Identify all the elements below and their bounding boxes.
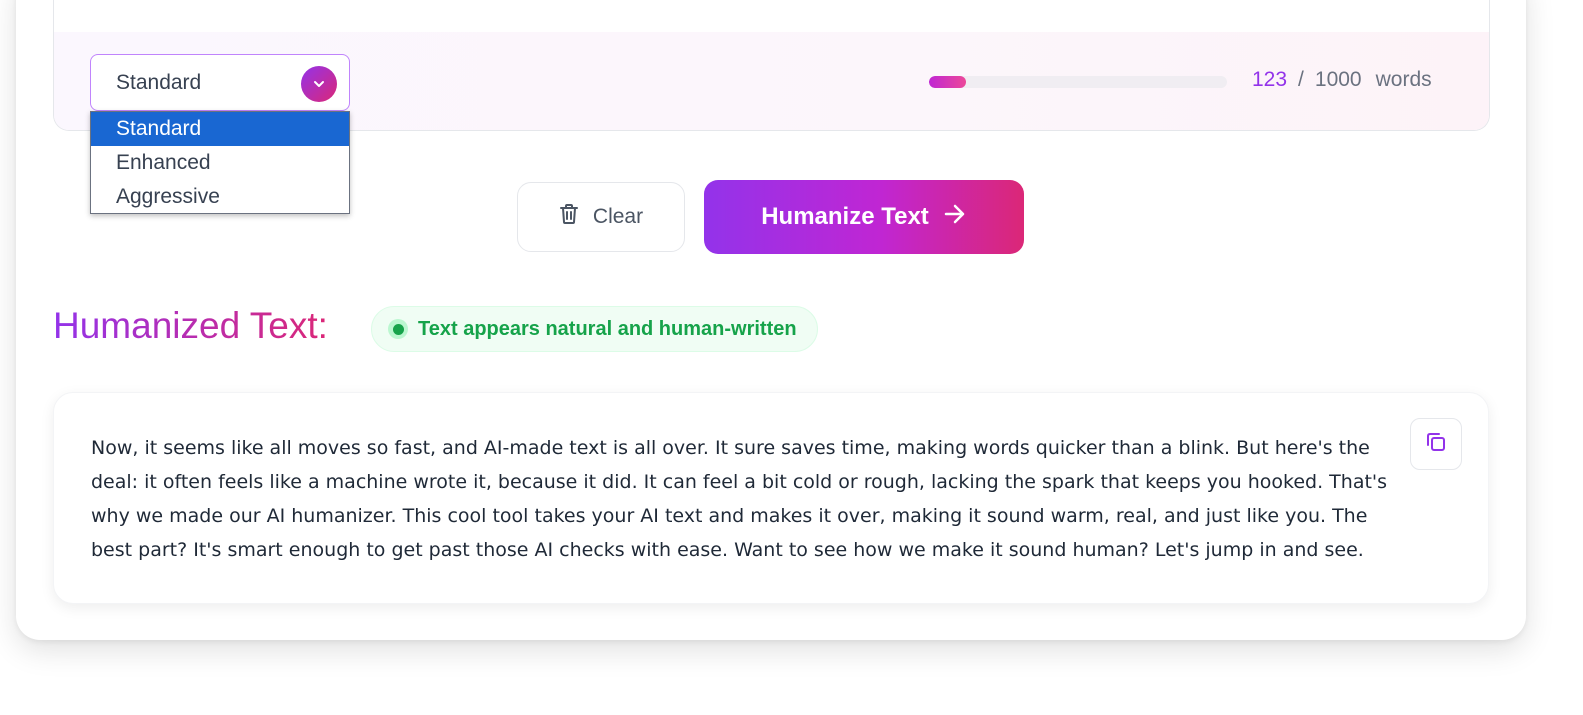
result-title: Humanized Text: — [53, 305, 328, 346]
word-count-unit: words — [1375, 68, 1432, 91]
humanize-button-label: Humanize Text — [761, 203, 929, 230]
clear-button[interactable]: Clear — [517, 182, 685, 252]
status-text: Text appears natural and human-written — [418, 317, 797, 340]
humanize-text-button[interactable]: Humanize Text — [704, 180, 1024, 254]
word-progress-fill — [929, 76, 966, 88]
word-count-separator: / — [1298, 68, 1304, 91]
word-count-current: 123 — [1252, 68, 1288, 91]
trash-icon — [559, 203, 579, 231]
clear-button-label: Clear — [592, 205, 644, 228]
humanized-output-text: Now, it seems like all moves so fast, an… — [91, 437, 1388, 561]
copy-icon — [1424, 430, 1448, 459]
arrow-right-icon — [943, 203, 967, 232]
copy-button[interactable] — [1410, 418, 1462, 470]
mode-option-standard[interactable]: Standard — [91, 112, 349, 146]
mode-option-enhanced[interactable]: Enhanced — [91, 146, 349, 180]
status-dot-icon — [388, 319, 408, 339]
mode-select[interactable]: Standard — [90, 54, 350, 111]
word-count-max: 1000 — [1314, 68, 1362, 91]
chevron-down-icon — [301, 66, 337, 102]
mode-option-aggressive[interactable]: Aggressive — [91, 180, 349, 214]
status-badge: Text appears natural and human-written — [371, 306, 818, 352]
word-progress-bar — [929, 76, 1227, 88]
word-count: 123 / 1000 words — [1252, 68, 1432, 92]
mode-select-value: Standard — [116, 70, 202, 94]
result-panel: Now, it seems like all moves so fast, an… — [53, 392, 1489, 604]
mode-dropdown: Standard Enhanced Aggressive — [90, 111, 350, 214]
